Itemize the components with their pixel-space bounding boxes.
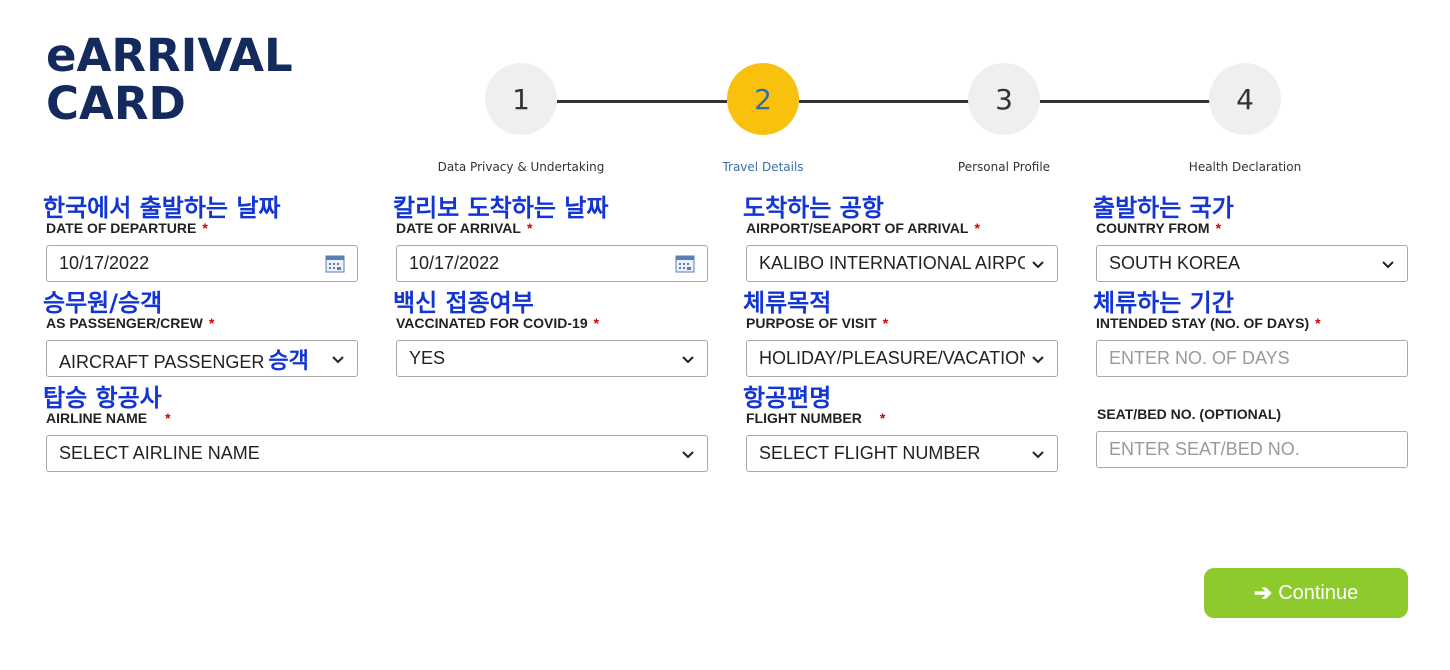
arrival-label: DATE OF ARRIVAL * <box>396 220 532 236</box>
intended-stay-input[interactable]: ENTER NO. OF DAYS <box>1096 340 1408 377</box>
step-4-circle[interactable]: 4 <box>1209 63 1281 135</box>
continue-button[interactable]: ➔ Continue <box>1204 568 1408 618</box>
required-marker: * <box>974 220 980 236</box>
flight-label: FLIGHT NUMBER * <box>746 410 885 426</box>
chevron-down-icon <box>332 355 344 363</box>
step-1-label: Data Privacy & Undertaking <box>437 160 605 174</box>
step-3-circle[interactable]: 3 <box>968 63 1040 135</box>
departure-date-value: 10/17/2022 <box>59 253 150 273</box>
passenger-annotation: 승무원/승객 <box>43 289 163 317</box>
arrival-date-input[interactable]: 10/17/2022 <box>396 245 708 282</box>
stay-label: INTENDED STAY (NO. OF DAYS) * <box>1096 315 1321 331</box>
stay-placeholder: ENTER NO. OF DAYS <box>1109 348 1290 368</box>
purpose-select[interactable]: HOLIDAY/PLEASURE/VACATION <box>746 340 1058 377</box>
required-marker: * <box>526 220 533 236</box>
step-number: 4 <box>1236 82 1254 116</box>
stepper-connector <box>1040 100 1210 103</box>
required-marker: * <box>202 220 208 236</box>
chevron-down-icon <box>1032 450 1044 458</box>
calendar-icon[interactable] <box>675 255 695 273</box>
vaccinated-label: VACCINATED FOR COVID-19 * <box>396 315 599 331</box>
purpose-label: PURPOSE OF VISIT * <box>746 315 888 331</box>
departure-date-input[interactable]: 10/17/2022 <box>46 245 358 282</box>
passenger-label-text: AS PASSENGER/CREW <box>46 315 203 331</box>
airline-select-value: SELECT AIRLINE NAME <box>59 443 260 463</box>
flight-label-text: FLIGHT NUMBER <box>746 410 862 426</box>
step-1-circle[interactable]: 1 <box>485 63 557 135</box>
required-marker: * <box>165 410 171 426</box>
stepper-connector <box>557 100 727 103</box>
airline-label-text: AIRLINE NAME <box>46 410 148 426</box>
airport-select[interactable]: KALIBO INTERNATIONAL AIRPOI <box>746 245 1058 282</box>
stay-label-text: INTENDED STAY (NO. OF DAYS) <box>1096 315 1310 331</box>
airline-annotation: 탑승 항공사 <box>43 384 162 412</box>
passenger-value-text: AIRCRAFT PASSENGER <box>59 351 265 372</box>
flight-annotation: 항공편명 <box>743 384 832 412</box>
step-number: 1 <box>512 82 530 116</box>
step-3-label: Personal Profile <box>957 160 1051 174</box>
continue-label: Continue <box>1278 581 1359 604</box>
step-2-circle[interactable]: 2 <box>727 63 799 135</box>
passenger-select-value: AIRCRAFT PASSENGER 승객 <box>59 343 325 375</box>
vaccinated-select[interactable]: YES <box>396 340 708 377</box>
logo-line-1: eARRIVAL <box>46 29 293 82</box>
arrow-right-icon: ➔ <box>1253 580 1273 605</box>
chevron-down-icon <box>682 355 694 363</box>
seat-label: SEAT/BED NO. (OPTIONAL) <box>1097 406 1282 422</box>
arrival-date-value: 10/17/2022 <box>409 253 500 273</box>
passenger-value-annotation: 승객 <box>268 348 309 374</box>
calendar-icon[interactable] <box>325 255 345 273</box>
airline-label: AIRLINE NAME * <box>46 410 171 426</box>
step-2-label: Travel Details <box>722 160 804 174</box>
vaccinated-annotation: 백신 접종여부 <box>393 289 534 317</box>
airport-annotation: 도착하는 공항 <box>743 194 884 222</box>
chevron-down-icon <box>1382 260 1394 268</box>
airport-label: AIRPORT/SEAPORT OF ARRIVAL * <box>746 220 980 236</box>
country-select[interactable]: SOUTH KOREA <box>1096 245 1408 282</box>
required-marker: * <box>1315 315 1321 331</box>
chevron-down-icon <box>682 450 694 458</box>
departure-label: DATE OF DEPARTURE * <box>46 220 208 236</box>
chevron-down-icon <box>1032 355 1044 363</box>
required-marker: * <box>882 315 889 331</box>
departure-label-text: DATE OF DEPARTURE <box>46 220 197 236</box>
arrival-label-text: DATE OF ARRIVAL <box>396 220 521 236</box>
required-marker: * <box>1215 220 1222 236</box>
airport-label-text: AIRPORT/SEAPORT OF ARRIVAL <box>746 220 969 236</box>
stay-annotation: 체류하는 기간 <box>1093 289 1234 317</box>
passenger-label: AS PASSENGER/CREW * <box>46 315 214 331</box>
logo-line-2: CARD <box>46 77 186 130</box>
purpose-label-text: PURPOSE OF VISIT <box>746 315 877 331</box>
departure-annotation: 한국에서 출발하는 날짜 <box>43 194 281 222</box>
vaccinated-select-value: YES <box>409 348 446 368</box>
country-label-text: COUNTRY FROM <box>1096 220 1210 236</box>
required-marker: * <box>208 315 215 331</box>
seat-input[interactable]: ENTER SEAT/BED NO. <box>1096 431 1408 468</box>
app-logo: eARRIVAL CARD <box>46 32 293 128</box>
seat-placeholder: ENTER SEAT/BED NO. <box>1109 439 1300 459</box>
chevron-down-icon <box>1032 260 1044 268</box>
flight-select-value: SELECT FLIGHT NUMBER <box>759 443 981 463</box>
country-select-value: SOUTH KOREA <box>1109 253 1241 273</box>
required-marker: * <box>879 410 886 426</box>
step-number: 3 <box>995 82 1013 116</box>
purpose-select-value: HOLIDAY/PLEASURE/VACATION <box>759 348 1025 368</box>
stepper-connector <box>799 100 969 103</box>
flight-number-select[interactable]: SELECT FLIGHT NUMBER <box>746 435 1058 472</box>
required-marker: * <box>593 315 600 331</box>
passenger-crew-select[interactable]: AIRCRAFT PASSENGER 승객 <box>46 340 358 377</box>
airport-select-value: KALIBO INTERNATIONAL AIRPOI <box>759 253 1025 273</box>
airline-select[interactable]: SELECT AIRLINE NAME <box>46 435 708 472</box>
step-4-label: Health Declaration <box>1188 160 1302 174</box>
purpose-annotation: 체류목적 <box>743 289 832 317</box>
country-annotation: 출발하는 국가 <box>1093 194 1234 222</box>
step-number: 2 <box>754 82 772 116</box>
vaccinated-label-text: VACCINATED FOR COVID-19 <box>396 315 588 331</box>
arrival-annotation: 칼리보 도착하는 날짜 <box>393 194 609 222</box>
country-label: COUNTRY FROM * <box>1096 220 1221 236</box>
